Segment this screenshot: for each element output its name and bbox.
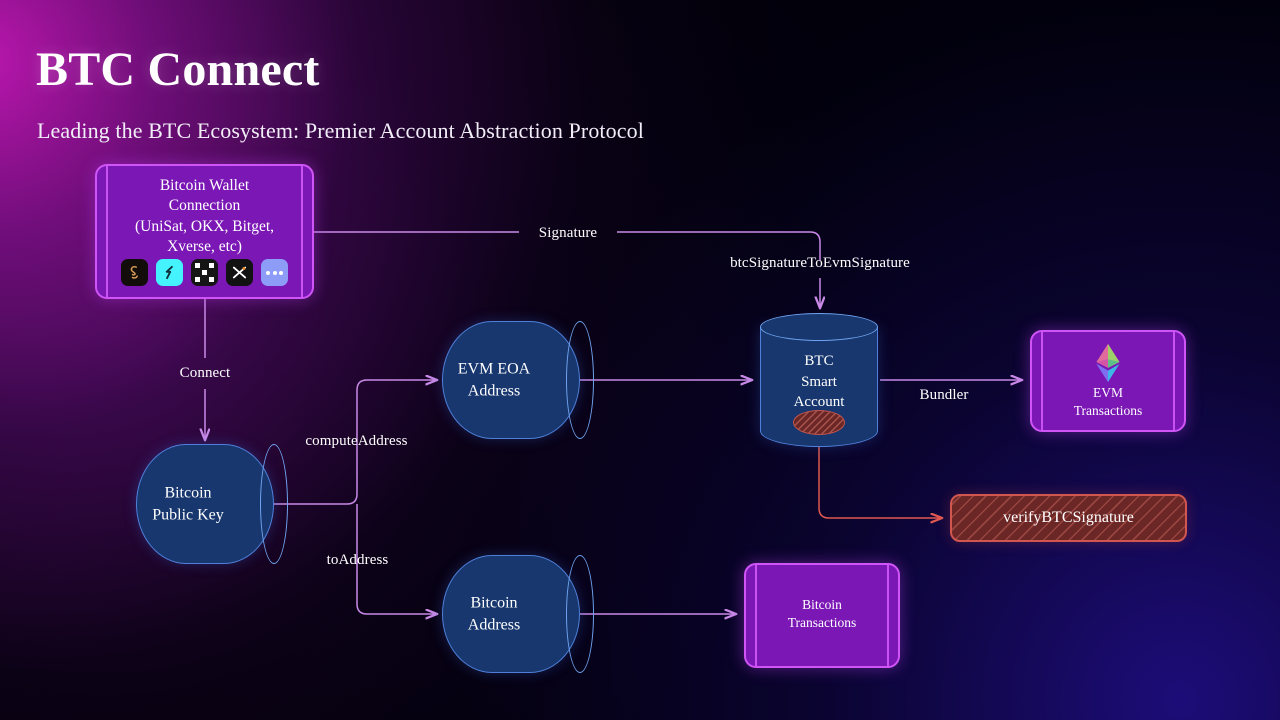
- page-subtitle: Leading the BTC Ecosystem: Premier Accou…: [37, 118, 644, 143]
- node-evm-transactions[interactable]: EVM Transactions: [1030, 330, 1186, 432]
- wallet-label-line-4: Xverse, etc): [167, 238, 242, 256]
- diagram-canvas: BTC Connect Leading the BTC Ecosystem: P…: [0, 0, 1280, 720]
- node-bitcoin-public-key[interactable]: Bitcoin Public Key: [136, 444, 288, 564]
- edge-label-bundler: Bundler: [919, 387, 969, 403]
- okx-wallet-icon[interactable]: [191, 259, 218, 286]
- node-bitcoin-wallet-connection[interactable]: Bitcoin Wallet Connection (UniSat, OKX, …: [95, 164, 314, 299]
- evm-eoa-label-line-2: Address: [467, 382, 521, 399]
- unisat-wallet-icon[interactable]: [121, 259, 148, 286]
- btc-tx-label-line-1: Bitcoin: [802, 597, 842, 612]
- ellipsis-dots: [266, 270, 283, 275]
- wallet-label-line-3: (UniSat, OKX, Bitget,: [134, 217, 275, 235]
- node-bitcoin-transactions[interactable]: Bitcoin Transactions: [744, 563, 900, 668]
- pubkey-label-line-2: Public Key: [152, 506, 224, 523]
- edge-label-signature: Signature: [538, 225, 598, 241]
- wallet-label-line-1: Bitcoin Wallet: [159, 177, 250, 194]
- node-bitcoin-address[interactable]: Bitcoin Address: [442, 555, 594, 673]
- node-label-verify-btc-signature: verifyBTCSignature: [1003, 509, 1134, 526]
- btc-addr-label-line-1: Bitcoin: [470, 594, 518, 612]
- node-label-btc-smart-account: BTC Smart Account: [760, 351, 878, 413]
- edge-label-compute-address: computeAddress: [305, 433, 408, 449]
- wallet-icon-row: [97, 259, 312, 286]
- btc-sa-label-line-2: Smart: [801, 373, 837, 390]
- btc-addr-label-line-2: Address: [467, 616, 521, 633]
- evm-eoa-label-line-1: EVM EOA: [457, 360, 531, 378]
- node-label-bitcoin-public-key: Bitcoin Public Key: [136, 482, 274, 525]
- edge-label-connect: Connect: [179, 365, 231, 381]
- node-label-bitcoin-address: Bitcoin Address: [442, 592, 580, 635]
- page-title: BTC Connect: [36, 43, 320, 96]
- okx-grid: [195, 263, 214, 282]
- node-evm-eoa-address[interactable]: EVM EOA Address: [442, 321, 594, 439]
- xverse-wallet-icon[interactable]: [226, 259, 253, 286]
- bitget-wallet-icon[interactable]: [156, 259, 183, 286]
- node-label-evm-eoa-address: EVM EOA Address: [442, 358, 580, 401]
- pubkey-label-line-1: Bitcoin: [164, 484, 212, 502]
- node-btc-smart-account[interactable]: BTC Smart Account: [760, 313, 878, 447]
- cylinder-top-ellipse: [760, 313, 878, 341]
- btc-tx-label-line-2: Transactions: [787, 614, 857, 630]
- node-label-evm-transactions: EVM Transactions: [1032, 384, 1184, 420]
- btc-signature-seal-icon: [793, 410, 845, 435]
- node-label-wallet: Bitcoin Wallet Connection (UniSat, OKX, …: [97, 176, 312, 258]
- wallet-label-line-2: Connection: [168, 197, 241, 215]
- edge-label-to-address: toAddress: [326, 552, 389, 568]
- btc-sa-label-line-1: BTC: [804, 353, 834, 369]
- more-wallets-icon[interactable]: [261, 259, 288, 286]
- ethereum-logo-icon: [1032, 343, 1184, 383]
- edge-label-btc-signature-to-evm-signature: btcSignatureToEvmSignature: [730, 255, 910, 271]
- node-label-bitcoin-transactions: Bitcoin Transactions: [746, 596, 898, 632]
- evm-tx-label-line-1: EVM: [1093, 385, 1123, 400]
- evm-tx-label-line-2: Transactions: [1073, 402, 1143, 418]
- node-verify-btc-signature[interactable]: verifyBTCSignature: [950, 494, 1187, 542]
